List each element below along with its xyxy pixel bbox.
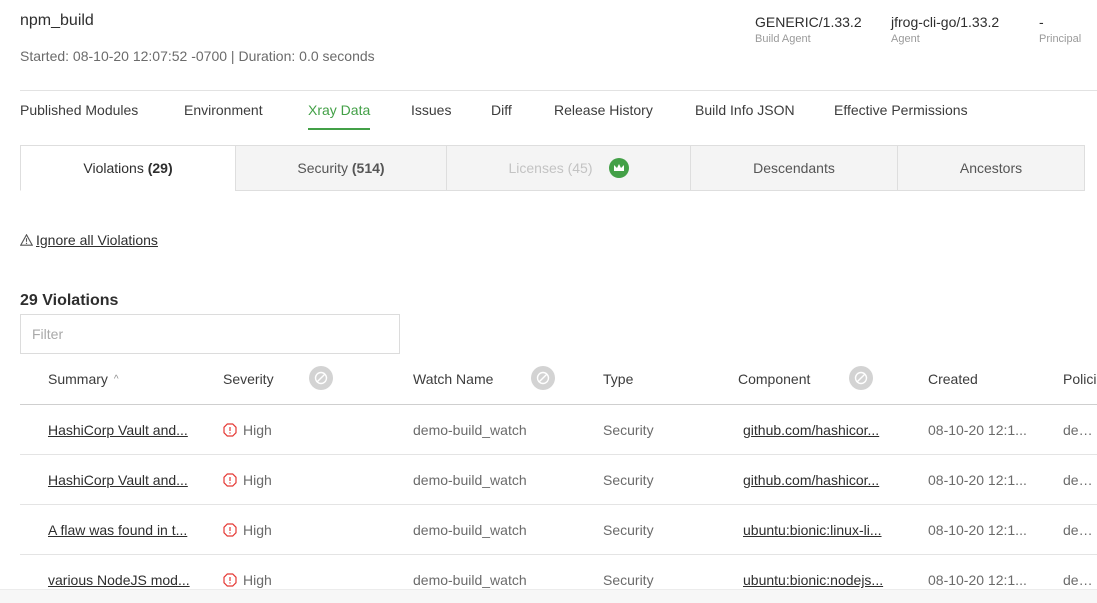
severity-cell: High [223,422,272,438]
column-summary-label: Summary [48,371,108,387]
type-cell: Security [603,422,654,438]
table-body: HashiCorp Vault and... High demo-build_w… [20,405,1097,603]
table-row[interactable]: HashiCorp Vault and... High demo-build_w… [20,405,1097,455]
severity-label: High [243,422,272,438]
horizontal-scrollbar[interactable] [0,589,1097,603]
tab-issues[interactable]: Issues [411,102,451,130]
component-cell[interactable]: github.com/hashicor... [743,472,895,488]
column-watch-name[interactable]: Watch Name [413,371,493,387]
tab-diff[interactable]: Diff [491,102,512,130]
subtab-descendants[interactable]: Descendants [690,145,898,191]
group-by-component-icon[interactable] [849,366,873,390]
xray-sub-tabs: Violations (29) Security (514) Licenses … [20,145,1085,191]
table-header: Summary ^ Severity Watch Name Type Compon… [20,355,1097,405]
severity-cell: High [223,472,272,488]
component-cell[interactable]: github.com/hashicor... [743,422,895,438]
policy-cell: demo... [1063,522,1097,538]
watch-name-cell: demo-build_watch [413,572,527,588]
policy-cell: demo... [1063,472,1097,488]
severity-high-icon [223,573,237,587]
watch-name-cell: demo-build_watch [413,522,527,538]
subtab-licenses[interactable]: Licenses (45) [446,145,691,191]
summary-cell[interactable]: various NodeJS mod... [48,572,198,588]
subtab-violations-count: (29) [147,160,173,176]
created-cell: 08-10-20 12:1... [928,422,1027,438]
sort-ascending-icon: ^ [113,374,119,385]
table-row[interactable]: HashiCorp Vault and... High demo-build_w… [20,455,1097,505]
component-cell[interactable]: ubuntu:bionic:nodejs... [743,572,895,588]
tab-environment[interactable]: Environment [184,102,263,130]
type-cell: Security [603,522,654,538]
summary-cell[interactable]: HashiCorp Vault and... [48,422,198,438]
summary-cell[interactable]: A flaw was found in t... [48,522,198,538]
severity-cell: High [223,572,272,588]
group-by-watch-icon[interactable] [531,366,555,390]
tab-xray-data[interactable]: Xray Data [308,102,371,130]
column-created[interactable]: Created [928,371,978,387]
subtab-security[interactable]: Security (514) [235,145,447,191]
watch-name-cell: demo-build_watch [413,472,527,488]
agent-label: Agent [891,33,920,45]
policy-cell: demo... [1063,572,1097,588]
tab-effective-permissions[interactable]: Effective Permissions [834,102,968,130]
table-row[interactable]: A flaw was found in t... High demo-build… [20,505,1097,555]
filter-input[interactable] [20,314,400,354]
agent-meta: jfrog-cli-go/1.33.2 Agent [891,14,999,45]
subtab-violations-label: Violations [83,160,144,176]
severity-label: High [243,572,272,588]
type-cell: Security [603,572,654,588]
principal-value: - [1039,14,1044,30]
column-severity[interactable]: Severity [223,371,274,387]
warning-icon [20,234,33,246]
severity-cell: High [223,522,272,538]
tab-release-history[interactable]: Release History [554,102,653,130]
violations-count-title: 29 Violations [20,292,119,309]
violations-table: Summary ^ Severity Watch Name Type Compon… [20,355,1097,603]
ignore-all-violations-label: Ignore all Violations [36,232,158,248]
header-divider [20,90,1097,91]
column-policies[interactable]: Policies [1063,371,1097,387]
severity-label: High [243,522,272,538]
severity-high-icon [223,523,237,537]
type-cell: Security [603,472,654,488]
subtab-licenses-label: Licenses (45) [508,160,593,176]
build-started-info: Started: 08-10-20 12:07:52 -0700 | Durat… [20,48,375,64]
build-title: npm_build [20,12,94,29]
summary-cell[interactable]: HashiCorp Vault and... [48,472,198,488]
column-summary[interactable]: Summary ^ [48,371,119,387]
subtab-security-label: Security [297,160,348,176]
build-agent-label: Build Agent [755,33,811,45]
severity-high-icon [223,423,237,437]
created-cell: 08-10-20 12:1... [928,572,1027,588]
component-cell[interactable]: ubuntu:bionic:linux-li... [743,522,895,538]
created-cell: 08-10-20 12:1... [928,522,1027,538]
ignore-all-violations-link[interactable]: Ignore all Violations [20,232,158,248]
principal-label: Principal [1039,33,1082,45]
watch-name-cell: demo-build_watch [413,422,527,438]
agent-value: jfrog-cli-go/1.33.2 [891,14,1000,30]
policy-cell: demo... [1063,422,1097,438]
subtab-violations[interactable]: Violations (29) [20,145,236,191]
column-type[interactable]: Type [603,371,633,387]
tab-build-info-json[interactable]: Build Info JSON [695,102,795,130]
severity-high-icon [223,473,237,487]
crown-icon [608,158,629,178]
created-cell: 08-10-20 12:1... [928,472,1027,488]
build-agent-value: GENERIC/1.33.2 [755,14,862,30]
severity-label: High [243,472,272,488]
group-by-severity-icon[interactable] [309,366,333,390]
tab-published-modules[interactable]: Published Modules [20,102,138,130]
column-component[interactable]: Component [738,371,810,387]
principal-meta: - Principal [1039,14,1081,45]
build-agent-meta: GENERIC/1.33.2 Build Agent [755,14,862,45]
subtab-ancestors[interactable]: Ancestors [897,145,1085,191]
subtab-security-count: (514) [351,160,385,176]
